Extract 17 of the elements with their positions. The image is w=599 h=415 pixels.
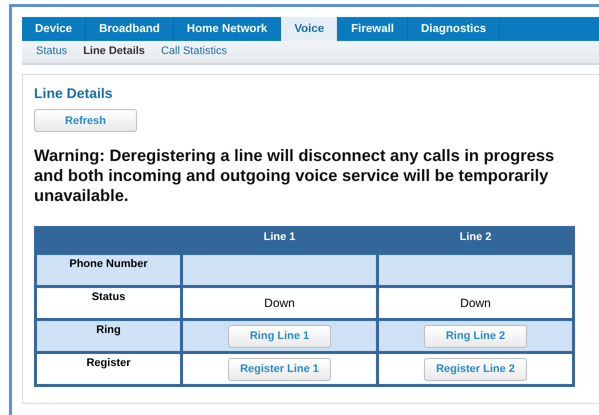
subnav-link[interactable]: Call Statistics (152, 41, 235, 63)
row-label: Status (37, 288, 180, 318)
subnav-link[interactable]: Line Details (75, 41, 153, 63)
line-button[interactable]: Register Line 2 (424, 358, 527, 380)
row-label: Phone Number (37, 255, 180, 285)
row-label: Register (37, 354, 180, 384)
table-cell: Down (183, 288, 376, 318)
refresh-button[interactable]: Refresh (34, 109, 137, 132)
line-button[interactable]: Register Line 1 (228, 358, 331, 380)
line-button[interactable]: Ring Line 1 (228, 324, 331, 348)
row-label: Ring (37, 321, 180, 351)
line-button[interactable]: Ring Line 2 (424, 324, 527, 348)
subnav-link[interactable]: Status (28, 41, 76, 63)
section-title: Line Details (34, 85, 114, 101)
warning-text: Warning: Deregistering a line will disconnect any calls in progress and both incoming and outgoing voice service will be temporarily unavailable. (34, 146, 556, 206)
nav-tab[interactable]: Voice (281, 17, 338, 41)
table-cell: Down (379, 288, 572, 318)
